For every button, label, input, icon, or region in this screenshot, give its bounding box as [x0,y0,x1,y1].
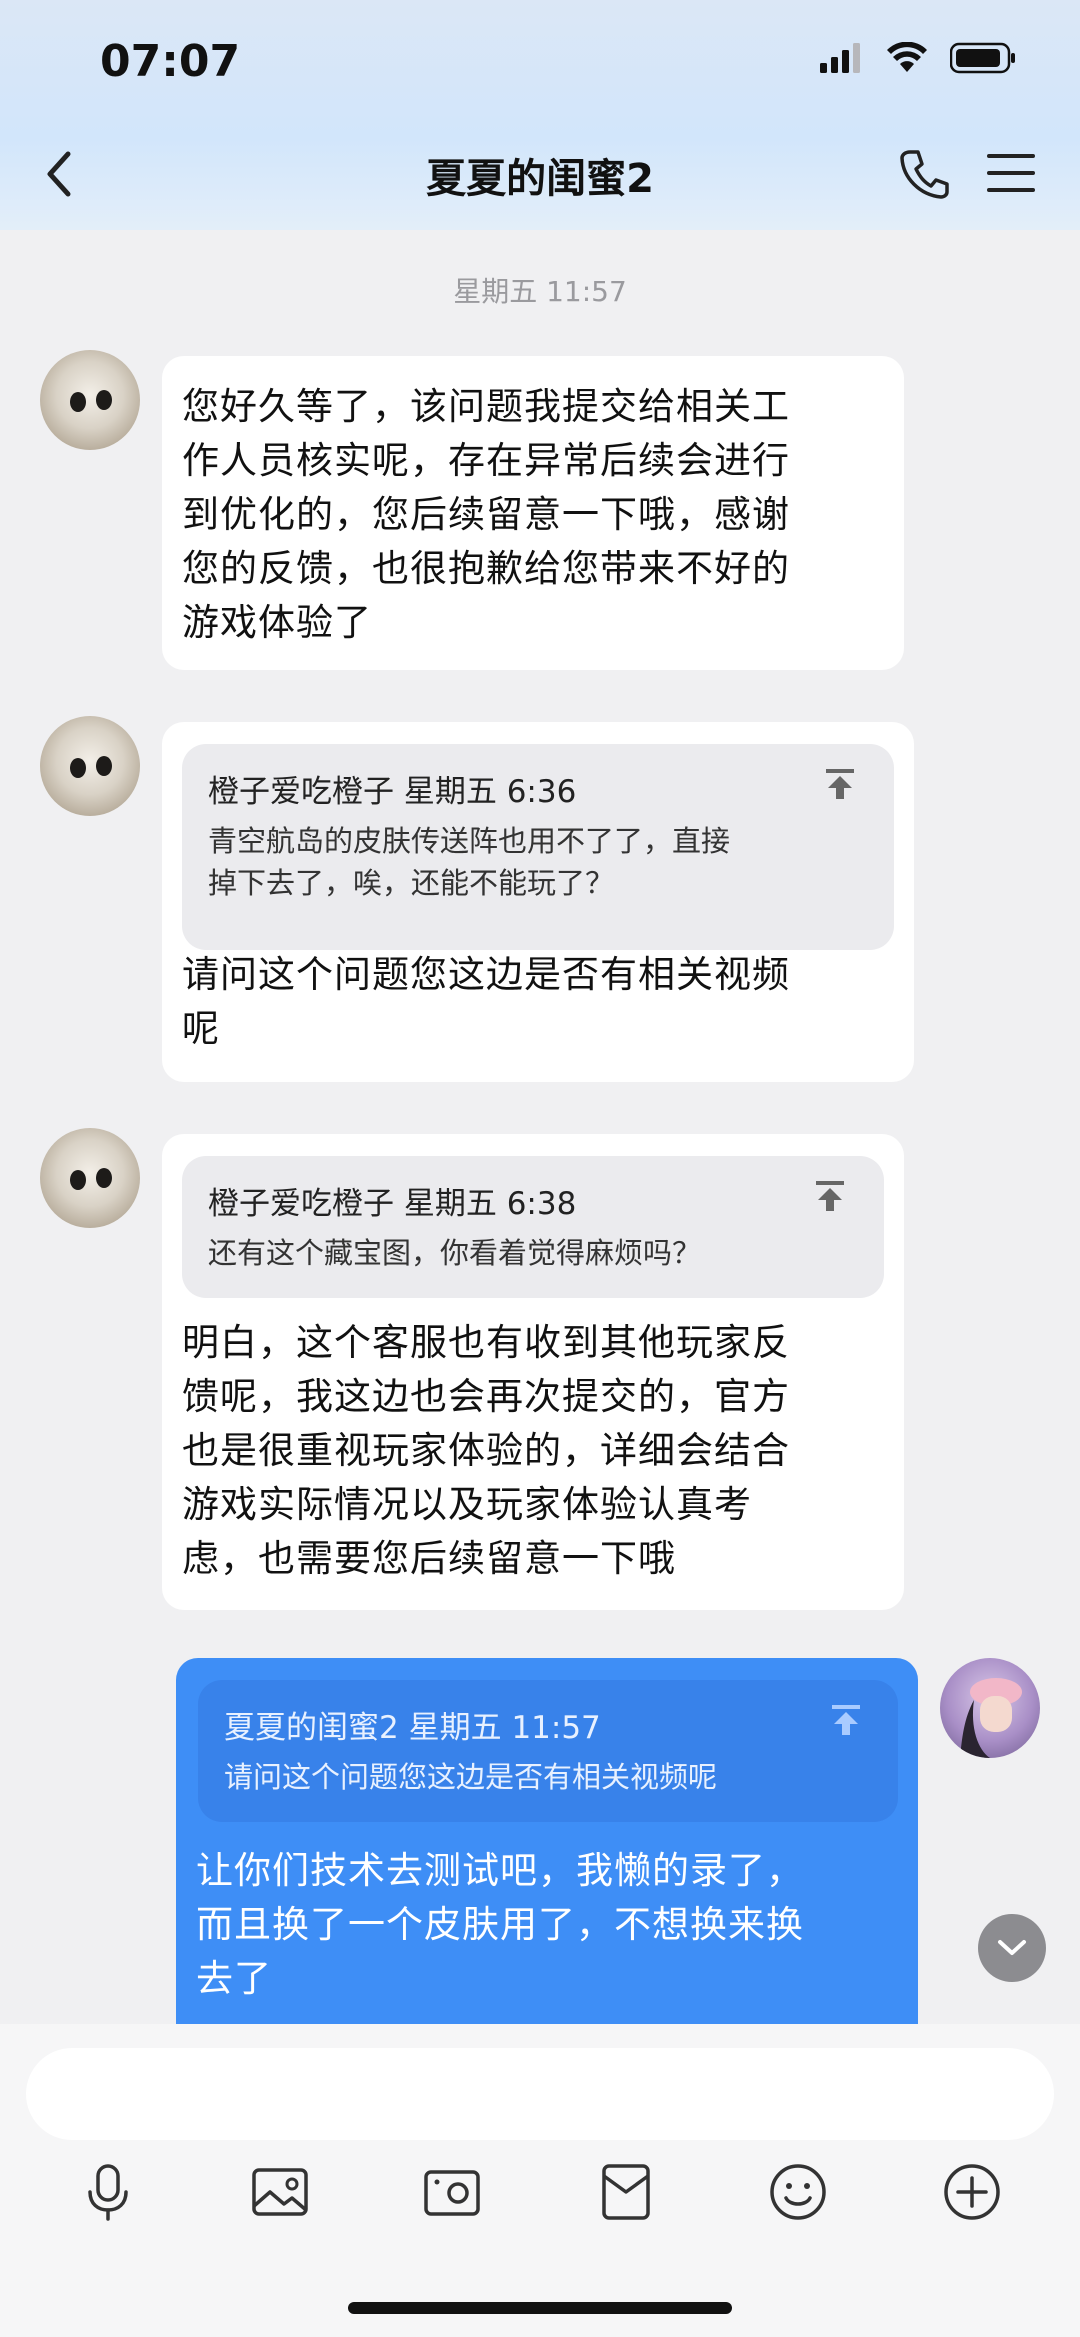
message-line: 馈呢，我这边也会再次提交的，官方 [182,1375,790,1418]
quote-line: 掉下去了，唉，还能不能玩了？ [208,866,615,900]
message-line: 游戏体验了 [182,601,372,644]
quote-line: 青空航岛的皮肤传送阵也用不了了，直接 [208,824,731,858]
plus-icon[interactable] [940,2160,1004,2224]
home-indicator [348,2302,732,2314]
message-bubble[interactable]: 橙子爱吃橙子 星期五 6:36 青空航岛的皮肤传送阵也用不了了，直接 掉下去了，… [162,722,914,1082]
message-line: 您好久等了，该问题我提交给相关工 [182,385,790,428]
contact-avatar[interactable] [40,716,140,816]
quote-time: 星期五 6:38 [403,1186,577,1222]
quote-header: 橙子爱吃橙子 星期五 6:36 [208,766,576,811]
message-line: 而且换了一个皮肤用了，不想换来换 [196,1903,804,1946]
message-input[interactable] [26,2048,1054,2140]
status-icons [820,42,1016,74]
quote-text: 请问这个问题您这边是否有相关视频呢 [224,1756,717,1798]
image-icon[interactable] [248,2160,312,2224]
quote-text: 青空航岛的皮肤传送阵也用不了了，直接 掉下去了，唉，还能不能玩了？ [208,820,730,904]
message-line: 虑，也需要您后续留意一下哦 [182,1537,676,1580]
quote-line: 请问这个问题您这边是否有相关视频呢 [224,1760,718,1794]
microphone-icon[interactable] [76,2160,140,2224]
self-message-bubble[interactable]: 夏夏的闺蜜2 星期五 11:57 请问这个问题您这边是否有相关视频呢 让你们技术… [176,1658,918,2024]
red-packet-icon[interactable] [594,2160,658,2224]
quote-author: 橙子爱吃橙子 [208,1186,394,1222]
pin-icon [826,769,854,799]
phone-icon[interactable] [896,146,952,202]
quote-header: 夏夏的闺蜜2 星期五 11:57 [224,1702,601,1747]
quote-time: 星期五 11:57 [408,1710,601,1746]
message-bubble[interactable]: 您好久等了，该问题我提交给相关工 作人员核实呢，存在异常后续会进行 到优化的，您… [162,356,904,670]
status-time: 07:07 [100,36,241,87]
contact-avatar[interactable] [40,350,140,450]
quoted-message[interactable]: 夏夏的闺蜜2 星期五 11:57 请问这个问题您这边是否有相关视频呢 [198,1680,898,1822]
scroll-down-button[interactable] [978,1914,1046,1982]
message-text: 您好久等了，该问题我提交给相关工 作人员核实呢，存在异常后续会进行 到优化的，您… [182,380,790,650]
user-avatar-image [960,1678,1022,1758]
user-avatar[interactable] [940,1658,1040,1758]
quote-author: 橙子爱吃橙子 [208,774,394,810]
message-text: 明白，这个客服也有收到其他玩家反 馈呢，我这边也会再次提交的，官方 也是很重视玩… [182,1316,790,1586]
pin-icon [832,1705,860,1735]
message-text: 请问这个问题您这边是否有相关视频 呢 [182,948,790,1056]
quote-time: 星期五 6:36 [403,774,577,810]
quote-header: 橙子爱吃橙子 星期五 6:38 [208,1178,576,1223]
pin-icon [816,1181,844,1211]
signal-icon [820,43,860,73]
quoted-message[interactable]: 橙子爱吃橙子 星期五 6:38 还有这个藏宝图，你看着觉得麻烦吗？ [182,1156,884,1298]
message-line: 您的反馈，也很抱歉给您带来不好的 [182,547,790,590]
message-line: 去了 [196,1957,272,2000]
contact-avatar[interactable] [40,1128,140,1228]
menu-icon[interactable] [986,150,1036,196]
emoji-icon[interactable] [766,2160,830,2224]
quote-line: 还有这个藏宝图，你看着觉得麻烦吗？ [208,1236,702,1270]
message-line: 游戏实际情况以及玩家体验认真考 [182,1483,752,1526]
quoted-message[interactable]: 橙子爱吃橙子 星期五 6:36 青空航岛的皮肤传送阵也用不了了，直接 掉下去了，… [182,744,894,950]
message-line: 作人员核实呢，存在异常后续会进行 [182,439,790,482]
message-text: 让你们技术去测试吧，我懒的录了， 而且换了一个皮肤用了，不想换来换 去了 [196,1844,804,2006]
battery-icon [950,42,1015,74]
message-line: 也是很重视玩家体验的，详细会结合 [182,1429,790,1472]
message-line: 请问这个问题您这边是否有相关视频 [182,953,790,996]
message-bubble[interactable]: 橙子爱吃橙子 星期五 6:38 还有这个藏宝图，你看着觉得麻烦吗？ 明白，这个客… [162,1134,904,1610]
quote-text: 还有这个藏宝图，你看着觉得麻烦吗？ [208,1232,701,1274]
message-line: 呢 [182,1007,220,1050]
camera-icon[interactable] [420,2160,484,2224]
message-line: 让你们技术去测试吧，我懒的录了， [196,1849,804,1892]
message-line: 明白，这个客服也有收到其他玩家反 [182,1321,790,1364]
message-line: 到优化的，您后续留意一下哦，感谢 [182,493,790,536]
chat-timestamp: 星期五 11:57 [453,275,627,308]
chevron-down-icon [998,1940,1026,1955]
quote-author: 夏夏的闺蜜2 [224,1710,399,1746]
wifi-icon [887,42,927,72]
